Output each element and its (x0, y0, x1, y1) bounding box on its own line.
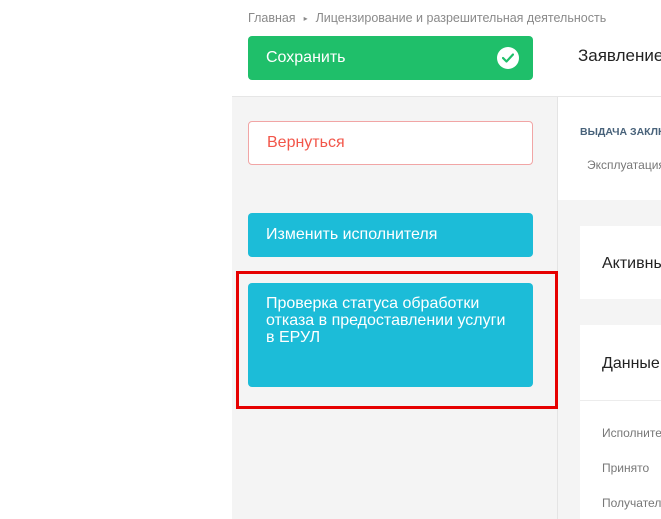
field-label: Получатель (602, 496, 661, 510)
change-executor-label: Изменить исполнителя (266, 226, 438, 243)
service-card: ВЫДАЧА ЗАКЛЮЧЕНИЯ Эксплуатация (558, 97, 661, 200)
field-label: Исполнитель (602, 426, 661, 440)
save-button-label: Сохранить (266, 49, 346, 66)
breadcrumb-separator-icon: ▸ (303, 13, 308, 23)
active-card-title: Активные (602, 255, 661, 272)
data-card-title: Данные (602, 355, 660, 372)
check-circle-icon (497, 47, 519, 69)
field-label: Принято (602, 461, 650, 475)
change-executor-button[interactable]: Изменить исполнителя (248, 213, 533, 257)
data-card-divider (580, 400, 661, 401)
save-button[interactable]: Сохранить (248, 36, 533, 80)
main-content: ВЫДАЧА ЗАКЛЮЧЕНИЯ Эксплуатация Активные … (558, 97, 661, 519)
service-title: ВЫДАЧА ЗАКЛЮЧЕНИЯ (580, 126, 661, 138)
breadcrumb-section[interactable]: Лицензирование и разрешительная деятельн… (316, 11, 607, 25)
data-card: Данные Исполнитель Принято Получатель (580, 325, 661, 519)
back-button-label: Вернуться (267, 134, 345, 151)
check-status-button[interactable]: Проверка статуса обработки отказа в пред… (248, 283, 533, 387)
breadcrumb: Главная ▸ Лицензирование и разрешительна… (248, 9, 661, 27)
service-subtitle: Эксплуатация (587, 158, 661, 172)
page-title: Заявление (578, 46, 661, 65)
breadcrumb-home[interactable]: Главная (248, 11, 296, 25)
back-button[interactable]: Вернуться (248, 121, 533, 165)
check-status-label: Проверка статуса обработки отказа в пред… (266, 295, 506, 346)
active-card[interactable]: Активные (580, 226, 661, 299)
